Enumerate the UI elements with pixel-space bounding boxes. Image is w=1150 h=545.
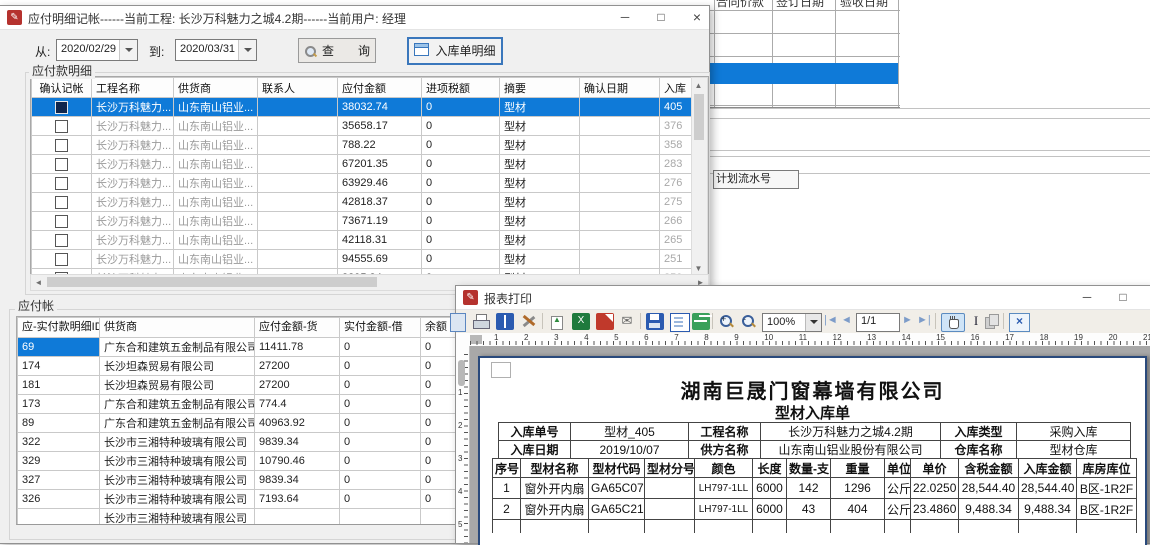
prev-page-icon[interactable]: ◄	[841, 314, 852, 326]
contract-col-signdate: 签订日期	[776, 0, 824, 10]
maximize-button[interactable]: □	[648, 6, 674, 29]
horizontal-ruler: 123456789101112131415161718192021	[456, 333, 1150, 347]
report-print-window[interactable]: ✎ 报表打印 ─ □ × + - 100% |◄ ◄ 1/1 ► ►|	[455, 285, 1150, 544]
chevron-down-icon[interactable]	[238, 40, 256, 60]
report-company-name: 湖南巨晟门窗幕墙有限公司	[480, 375, 1145, 404]
table-row[interactable]: 长沙万科魅力...山东南山铝业...94555.690型材251	[32, 250, 694, 269]
scroll-up-icon[interactable]: ▲	[692, 79, 705, 92]
page-setup-icon[interactable]	[496, 313, 514, 330]
scrollbar-thumb[interactable]	[694, 94, 704, 140]
vertical-scrollbar[interactable]: ▲ ▼	[691, 77, 708, 276]
table-row: 2窗外开内扇GA65C21LH797-1LL600043404公斤23.4860…	[493, 499, 1137, 520]
minimize-button[interactable]: ─	[612, 6, 638, 29]
report-detail-table: 序号型材名称型材代码型材分号颜色长度数量-支重量单位单价含税金额入库金额库房库位…	[492, 458, 1137, 533]
window-title: 应付明细记帐------当前工程: 长沙万科魅力之城4.2期------当前用户…	[28, 10, 406, 27]
export-excel-icon[interactable]	[572, 313, 590, 330]
window-icon	[414, 43, 429, 56]
from-label: 从:	[35, 43, 50, 60]
zoom-in-icon[interactable]: +	[718, 313, 736, 330]
table-row[interactable]: 长沙万科魅力...山东南山铝业...788.220型材358	[32, 136, 694, 155]
page-number-input[interactable]: 1/1	[856, 313, 900, 332]
maximize-button[interactable]: □	[1110, 286, 1136, 309]
from-date-picker[interactable]: 2020/02/29	[56, 39, 138, 61]
report-preview-area[interactable]: 1 2 3 4 5 湖南巨晟门窗幕墙有限公司 型材入库单 入库单号型材_405 …	[456, 346, 1150, 543]
scrollbar-thumb[interactable]	[47, 277, 377, 287]
close-preview-icon[interactable]	[1009, 313, 1030, 332]
hand-tool-icon[interactable]	[941, 313, 965, 332]
selected-empty-row[interactable]	[704, 63, 898, 84]
report-info-table: 入库单号型材_405 工程名称长沙万科魅力之城4.2期 入库类型采购入库 入库日…	[498, 422, 1131, 459]
zoom-out-icon[interactable]: -	[740, 313, 758, 330]
title-bar[interactable]: ✎ 报表打印 ─ □ ×	[456, 286, 1150, 310]
payable-detail-group-label: 应付款明细	[29, 62, 95, 79]
first-page-icon[interactable]: |◄	[824, 314, 838, 326]
zoom-level-select[interactable]: 100%	[762, 313, 822, 332]
plan-serial-field[interactable]: 计划流水号	[713, 170, 799, 189]
design-icon[interactable]	[450, 313, 466, 332]
to-date-value: 2020/03/31	[180, 43, 235, 55]
report-page: 湖南巨晟门窗幕墙有限公司 型材入库单 入库单号型材_405 工程名称长沙万科魅力…	[478, 356, 1147, 545]
to-date-picker[interactable]: 2020/03/31	[175, 39, 257, 61]
app-icon: ✎	[463, 290, 478, 305]
confirm-checkbox[interactable]	[55, 196, 68, 209]
contract-col-price: 合同价款	[716, 0, 764, 10]
scroll-left-icon[interactable]: ◄	[32, 276, 45, 289]
save-icon[interactable]	[646, 313, 664, 330]
copy-icon[interactable]	[983, 313, 1001, 330]
table-row[interactable]: 长沙万科魅力...山东南山铝业...38032.740型材405	[32, 98, 694, 117]
table-row[interactable]: 长沙万科魅力...山东南山铝业...67201.350型材283	[32, 155, 694, 174]
export-icon[interactable]	[548, 313, 566, 330]
email-icon[interactable]	[618, 313, 636, 330]
header-row: 确认记帐工程名称供货商联系人应付金额进项税额摘要确认日期入库	[32, 78, 694, 98]
tools-icon[interactable]	[520, 313, 538, 330]
report-title: 型材入库单	[480, 402, 1145, 423]
next-page-icon[interactable]: ►	[902, 314, 913, 326]
close-button[interactable]: ×	[1146, 286, 1150, 309]
confirm-checkbox[interactable]	[55, 253, 68, 266]
table-row[interactable]: 长沙万科魅力...山东南山铝业...63929.460型材276	[32, 174, 694, 193]
print-icon[interactable]	[472, 313, 490, 330]
zoom-level-value: 100%	[767, 316, 795, 328]
table-row: 1窗外开内扇GA65C07LH797-1LL60001421296公斤22.02…	[493, 478, 1137, 499]
empty-row	[493, 520, 1137, 534]
query-button[interactable]: 查 询	[298, 38, 376, 63]
app-icon: ✎	[7, 10, 22, 25]
ruler-marker	[458, 360, 465, 386]
table-row[interactable]: 长沙万科魅力...山东南山铝业...42118.310型材265	[32, 231, 694, 250]
confirm-checkbox[interactable]	[55, 120, 68, 133]
search-icon	[304, 45, 316, 57]
confirm-checkbox[interactable]	[55, 158, 68, 171]
confirm-checkbox[interactable]	[55, 177, 68, 190]
last-page-icon[interactable]: ►|	[917, 314, 931, 326]
archive-icon[interactable]	[692, 313, 710, 330]
chevron-down-icon[interactable]	[805, 314, 821, 331]
confirm-checkbox[interactable]	[55, 215, 68, 228]
contract-table: 合同价款 签订日期 验收日期	[704, 0, 900, 108]
table-row[interactable]: 长沙万科魅力...山东南山铝业...42818.370型材275	[32, 193, 694, 212]
title-bar[interactable]: ✎ 应付明细记帐------当前工程: 长沙万科魅力之城4.2期------当前…	[0, 6, 709, 30]
document-icon[interactable]	[670, 313, 690, 332]
window-title: 报表打印	[484, 290, 532, 307]
payable-detail-table[interactable]: 确认记帐工程名称供货商联系人应付金额进项税额摘要确认日期入库 长沙万科魅力...…	[30, 76, 709, 276]
table-row[interactable]: 长沙万科魅力...山东南山铝业...73671.190型材266	[32, 212, 694, 231]
contract-col-acceptdate: 验收日期	[840, 0, 888, 10]
from-date-value: 2020/02/29	[61, 43, 116, 55]
inbound-detail-button[interactable]: 入库单明细	[407, 37, 503, 65]
table-row[interactable]: 长沙万科魅力...山东南山铝业...35658.170型材376	[32, 117, 694, 136]
confirm-checkbox[interactable]	[55, 139, 68, 152]
confirm-checkbox[interactable]	[55, 101, 68, 114]
to-label: 到:	[149, 43, 164, 60]
report-toolbar: + - 100% |◄ ◄ 1/1 ► ►|	[456, 310, 1150, 334]
confirm-checkbox[interactable]	[55, 234, 68, 247]
close-button[interactable]: ×	[684, 6, 710, 29]
header-row: 序号型材名称型材代码型材分号颜色长度数量-支重量单位单价含税金额入库金额库房库位	[493, 459, 1137, 478]
payable-group-label: 应付帐	[15, 297, 57, 314]
vertical-ruler: 1 2 3 4 5	[456, 346, 470, 543]
minimize-button[interactable]: ─	[1074, 286, 1100, 309]
export-pdf-icon[interactable]	[596, 313, 614, 330]
chevron-down-icon[interactable]	[119, 40, 137, 60]
